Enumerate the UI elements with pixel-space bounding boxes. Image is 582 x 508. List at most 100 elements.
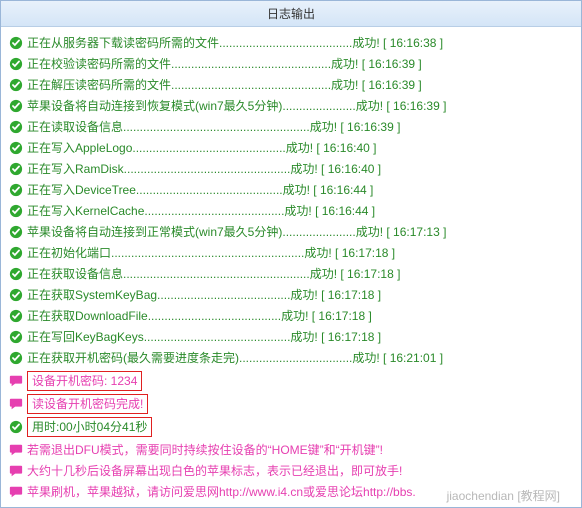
- speech-icon: [9, 464, 23, 478]
- log-status: 成功! [ 16:17:18 ]: [304, 243, 395, 263]
- speech-icon: [9, 485, 23, 499]
- check-icon: [9, 267, 23, 281]
- log-text: 正在校验读密码所需的文件: [27, 54, 171, 74]
- password-result-line: 设备开机密码: 1234: [9, 371, 575, 391]
- log-status: 成功! [ 16:17:18 ]: [310, 264, 401, 284]
- log-line: 正在读取设备信息................................…: [9, 117, 575, 137]
- dots-filler: ........................................…: [144, 327, 291, 347]
- check-icon: [9, 162, 23, 176]
- log-line: 正在从服务器下载读密码所需的文件........................…: [9, 33, 575, 53]
- log-status: 成功! [ 16:21:01 ]: [352, 348, 443, 368]
- log-output-area[interactable]: 正在从服务器下载读密码所需的文件........................…: [1, 27, 581, 508]
- dots-filler: ........................................…: [171, 75, 331, 95]
- speech-icon: [9, 374, 23, 388]
- log-line: 正在写入AppleLogo...........................…: [9, 138, 575, 158]
- elapsed-line: 用时:00小时04分41秒: [9, 417, 575, 437]
- log-text: 正在从服务器下载读密码所需的文件: [27, 33, 219, 53]
- log-text: 正在获取DownloadFile: [27, 306, 148, 326]
- log-status: 成功! [ 16:17:13 ]: [356, 222, 447, 242]
- dots-filler: ........................................…: [171, 54, 331, 74]
- check-icon: [9, 78, 23, 92]
- info-text: 大约十几秒后设备屏幕出现白色的苹果标志，表示已经退出，即可放手!: [27, 461, 402, 481]
- password-box: 设备开机密码: 1234: [27, 371, 142, 391]
- log-text: 正在获取SystemKeyBag: [27, 285, 157, 305]
- log-status: 成功! [ 16:16:38 ]: [352, 33, 443, 53]
- dots-filler: ........................................…: [123, 264, 310, 284]
- log-line: 正在写回KeyBagKeys..........................…: [9, 327, 575, 347]
- check-icon: [9, 36, 23, 50]
- info-text: 苹果刷机，苹果越狱，请访问爱思网http://www.i4.cn或爱思论坛htt…: [27, 482, 416, 502]
- log-status: 成功! [ 16:17:18 ]: [281, 306, 372, 326]
- check-icon: [9, 330, 23, 344]
- log-status: 成功! [ 16:16:40 ]: [286, 138, 377, 158]
- dots-filler: ..................................: [239, 348, 352, 368]
- check-icon: [9, 141, 23, 155]
- log-status: 成功! [ 16:17:18 ]: [290, 327, 381, 347]
- log-line: 苹果设备将自动连接到恢复模式(win7最久5分钟)...............…: [9, 96, 575, 116]
- password-value: 1234: [111, 374, 138, 388]
- log-text: 正在解压读密码所需的文件: [27, 75, 171, 95]
- log-text: 正在写入KernelCache: [27, 201, 144, 221]
- dots-filler: ........................................…: [111, 243, 304, 263]
- check-icon: [9, 120, 23, 134]
- log-line: 正在校验读密码所需的文件............................…: [9, 54, 575, 74]
- info-line: 大约十几秒后设备屏幕出现白色的苹果标志，表示已经退出，即可放手!: [9, 461, 575, 481]
- done-line: 读设备开机密码完成!: [9, 394, 575, 414]
- log-text: 正在写入AppleLogo: [27, 138, 132, 158]
- speech-icon: [9, 443, 23, 457]
- check-icon: [9, 57, 23, 71]
- log-line: 正在写入KernelCache.........................…: [9, 201, 575, 221]
- log-line: 正在写入DeviceTree..........................…: [9, 180, 575, 200]
- log-text: 苹果设备将自动连接到正常模式(win7最久5分钟): [27, 222, 282, 242]
- dots-filler: ........................................: [157, 285, 290, 305]
- log-line: 正在获取设备信息................................…: [9, 264, 575, 284]
- dots-filler: ......................: [282, 96, 355, 116]
- check-icon: [9, 246, 23, 260]
- log-status: 成功! [ 16:16:40 ]: [290, 159, 381, 179]
- log-status: 成功! [ 16:17:18 ]: [290, 285, 381, 305]
- log-text: 正在写入DeviceTree: [27, 180, 136, 200]
- dots-filler: ........................................: [148, 306, 281, 326]
- panel-header: 日志输出: [1, 1, 581, 27]
- done-box: 读设备开机密码完成!: [27, 394, 148, 414]
- info-line: 若需退出DFU模式，需要同时持续按住设备的“HOME键”和“开机键”!: [9, 440, 575, 460]
- dots-filler: ........................................…: [132, 138, 285, 158]
- log-line: 正在写入RamDisk.............................…: [9, 159, 575, 179]
- info-text: 若需退出DFU模式，需要同时持续按住设备的“HOME键”和“开机键”!: [27, 440, 383, 460]
- log-text: 正在获取开机密码(最久需要进度条走完): [27, 348, 239, 368]
- speech-icon: [9, 397, 23, 411]
- log-text: 正在读取设备信息: [27, 117, 123, 137]
- log-status: 成功! [ 16:16:39 ]: [331, 75, 422, 95]
- log-status: 成功! [ 16:16:39 ]: [356, 96, 447, 116]
- dots-filler: ......................: [282, 222, 355, 242]
- log-text: 正在写入RamDisk: [27, 159, 124, 179]
- elapsed-box: 用时:00小时04分41秒: [27, 417, 152, 437]
- dots-filler: ........................................…: [136, 180, 283, 200]
- check-icon: [9, 225, 23, 239]
- check-icon: [9, 288, 23, 302]
- dots-filler: ........................................…: [124, 159, 291, 179]
- log-status: 成功! [ 16:16:44 ]: [284, 201, 375, 221]
- log-status: 成功! [ 16:16:39 ]: [310, 117, 401, 137]
- log-line: 正在获取开机密码(最久需要进度条走完).....................…: [9, 348, 575, 368]
- log-line: 正在初始化端口.................................…: [9, 243, 575, 263]
- log-text: 正在写回KeyBagKeys: [27, 327, 144, 347]
- check-icon: [9, 420, 23, 434]
- log-text: 正在获取设备信息: [27, 264, 123, 284]
- log-text: 苹果设备将自动连接到恢复模式(win7最久5分钟): [27, 96, 282, 116]
- check-icon: [9, 99, 23, 113]
- password-label: 设备开机密码:: [32, 374, 111, 388]
- panel-title: 日志输出: [267, 7, 315, 21]
- info-line: 苹果刷机，苹果越狱，请访问爱思网http://www.i4.cn或爱思论坛htt…: [9, 482, 575, 502]
- dots-filler: ........................................: [219, 33, 352, 53]
- log-line: 正在获取DownloadFile........................…: [9, 306, 575, 326]
- check-icon: [9, 183, 23, 197]
- check-icon: [9, 351, 23, 365]
- check-icon: [9, 309, 23, 323]
- log-text: 正在初始化端口: [27, 243, 111, 263]
- log-status: 成功! [ 16:16:44 ]: [283, 180, 374, 200]
- check-icon: [9, 204, 23, 218]
- dots-filler: ........................................…: [144, 201, 284, 221]
- log-line: 正在获取SystemKeyBag........................…: [9, 285, 575, 305]
- log-status: 成功! [ 16:16:39 ]: [331, 54, 422, 74]
